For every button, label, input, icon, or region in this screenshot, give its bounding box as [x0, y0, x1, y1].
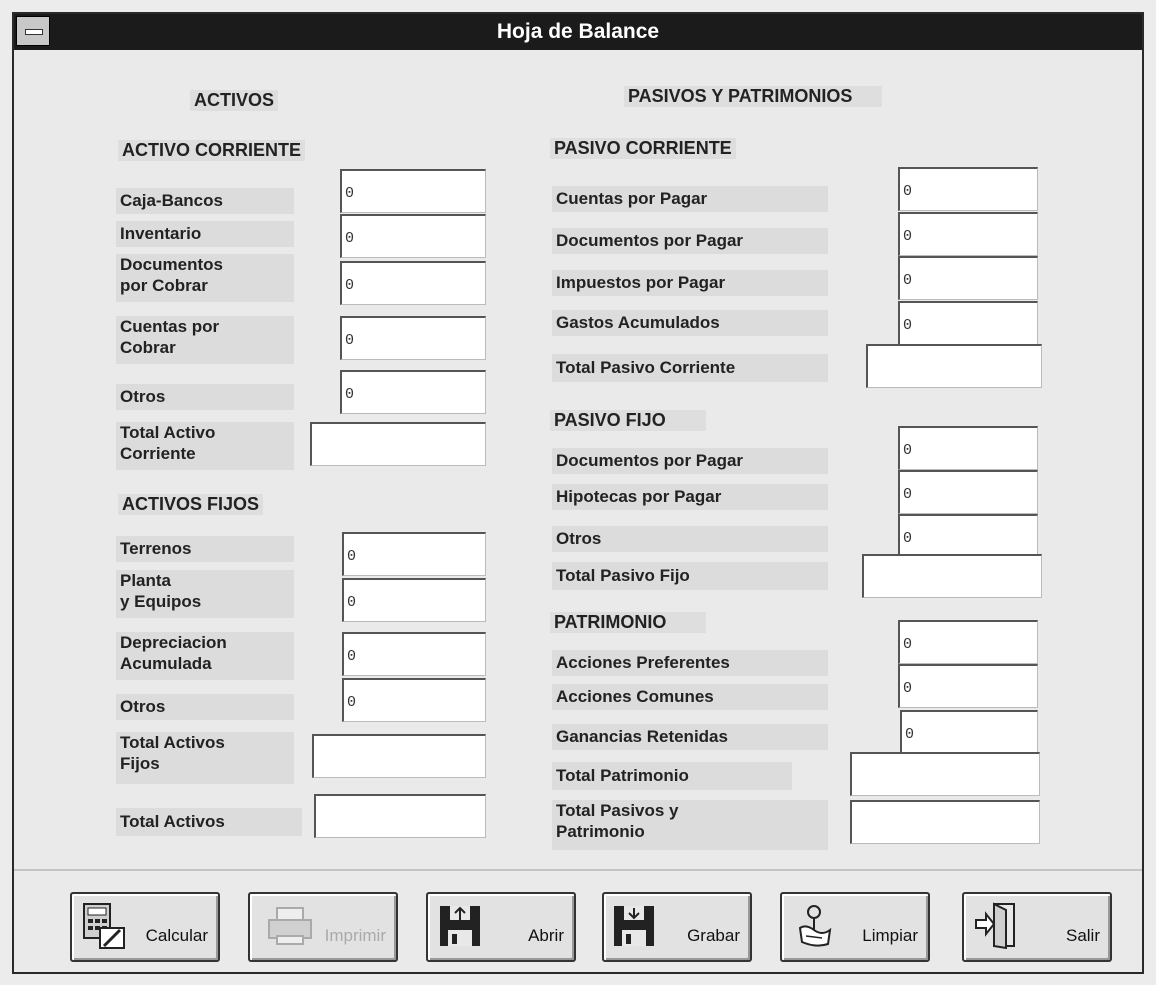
activos-fijos-title: ACTIVOS FIJOS — [118, 494, 264, 515]
label-otros-fijos: Otros — [116, 694, 294, 720]
activo-corriente-title: ACTIVO CORRIENTE — [118, 140, 306, 161]
salir-button[interactable]: Salir — [962, 892, 1112, 962]
input-otros-corriente[interactable] — [340, 370, 486, 414]
system-menu-button[interactable] — [16, 16, 50, 46]
label-depreciacion-acumulada: Depreciacion Acumulada — [116, 632, 294, 680]
patrimonio-title: PATRIMONIO — [550, 612, 707, 633]
label-acciones-preferentes: Acciones Preferentes — [552, 650, 828, 676]
label-line: Total Activo — [120, 423, 216, 442]
label-total-activo-corriente: Total Activo Corriente — [116, 422, 294, 470]
label-total-patrimonio: Total Patrimonio — [552, 762, 792, 790]
output-total-patrimonio[interactable] — [850, 752, 1040, 796]
label-otros-corriente: Otros — [116, 384, 294, 410]
imprimir-label: Imprimir — [324, 926, 386, 945]
pasivos-patrimonios-header: PASIVOS Y PATRIMONIOS — [624, 86, 883, 107]
label-line: Documentos — [120, 255, 223, 274]
printer-icon — [268, 907, 312, 945]
pasivo-corriente-title: PASIVO CORRIENTE — [550, 138, 736, 159]
floppy-open-icon — [440, 906, 480, 946]
label-line: Total Pasivos y — [556, 801, 679, 820]
label-cuentas-por-pagar: Cuentas por Pagar — [552, 186, 828, 212]
input-ganancias-retenidas[interactable] — [900, 710, 1038, 754]
input-planta-y-equipos[interactable] — [342, 578, 486, 622]
label-documentos-por-pagar-fijo: Documentos por Pagar — [552, 448, 828, 474]
exit-door-icon — [975, 902, 1015, 950]
imprimir-button[interactable]: Imprimir — [248, 892, 398, 962]
label-cuentas-por-cobrar: Cuentas por Cobrar — [116, 316, 294, 364]
label-terrenos: Terrenos — [116, 536, 294, 562]
label-ganancias-retenidas: Ganancias Retenidas — [552, 724, 828, 750]
grabar-label: Grabar — [687, 926, 740, 945]
input-documentos-por-pagar-corriente[interactable] — [898, 212, 1038, 256]
title-bar: Hoja de Balance — [14, 14, 1142, 50]
input-impuestos-por-pagar[interactable] — [898, 256, 1038, 300]
calcular-button[interactable]: Calcular — [70, 892, 220, 962]
input-otros-pasivo-fijo[interactable] — [898, 514, 1038, 558]
abrir-label: Abrir — [528, 926, 564, 945]
output-total-activos-fijos[interactable] — [312, 734, 486, 778]
label-line: Depreciacion — [120, 633, 227, 652]
label-gastos-acumulados: Gastos Acumulados — [552, 310, 828, 336]
label-line: Cuentas por — [120, 317, 220, 336]
calcular-label: Calcular — [145, 926, 208, 945]
grabar-button[interactable]: Grabar — [602, 892, 752, 962]
input-cuentas-por-pagar[interactable] — [898, 167, 1038, 211]
label-line: Corriente — [120, 444, 196, 463]
pasivo-fijo-title: PASIVO FIJO — [550, 410, 706, 431]
limpiar-button[interactable]: Limpiar — [780, 892, 930, 962]
label-line: Acumulada — [120, 654, 212, 673]
label-planta-y-equipos: Planta y Equipos — [116, 570, 294, 618]
label-documentos-por-cobrar: Documentos por Cobrar — [116, 254, 294, 302]
label-documentos-por-pagar-corriente: Documentos por Pagar — [552, 228, 828, 254]
label-total-activos-fijos: Total Activos Fijos — [116, 732, 294, 784]
label-otros-pasivo-fijo: Otros — [552, 526, 828, 552]
eraser-hand-icon — [798, 905, 832, 947]
calculator-icon — [83, 903, 125, 949]
input-acciones-comunes[interactable] — [898, 664, 1038, 708]
input-otros-fijos[interactable] — [342, 678, 486, 722]
label-total-pasivo-corriente: Total Pasivo Corriente — [552, 354, 828, 382]
floppy-save-icon — [614, 906, 654, 946]
label-impuestos-por-pagar: Impuestos por Pagar — [552, 270, 828, 296]
input-inventario[interactable] — [340, 214, 486, 258]
input-acciones-preferentes[interactable] — [898, 620, 1038, 664]
input-caja-bancos[interactable] — [340, 169, 486, 213]
label-line: Planta — [120, 571, 172, 590]
label-caja-bancos: Caja-Bancos — [116, 188, 294, 214]
input-cuentas-por-cobrar[interactable] — [340, 316, 486, 360]
label-line: por Cobrar — [120, 276, 208, 295]
separator-line — [14, 869, 1142, 871]
label-line: Cobrar — [120, 338, 176, 357]
input-terrenos[interactable] — [342, 532, 486, 576]
salir-label: Salir — [1065, 926, 1100, 945]
label-total-pasivo-fijo: Total Pasivo Fijo — [552, 562, 828, 590]
output-total-activo-corriente[interactable] — [310, 422, 486, 466]
label-line: Fijos — [120, 754, 160, 773]
label-line: Total Activos — [120, 733, 225, 752]
label-acciones-comunes: Acciones Comunes — [552, 684, 828, 710]
balance-sheet-window: Hoja de Balance ACTIVOS ACTIVO CORRIENTE… — [12, 12, 1144, 974]
input-depreciacion-acumulada[interactable] — [342, 632, 486, 676]
label-hipotecas-por-pagar: Hipotecas por Pagar — [552, 484, 828, 510]
label-line: y Equipos — [120, 592, 202, 611]
output-total-pasivos-y-patrimonio[interactable] — [850, 800, 1040, 844]
label-line: Patrimonio — [556, 822, 645, 841]
output-total-activos[interactable] — [314, 794, 486, 838]
activos-header: ACTIVOS — [190, 90, 279, 111]
input-documentos-por-cobrar[interactable] — [340, 261, 486, 305]
limpiar-label: Limpiar — [862, 926, 918, 945]
output-total-pasivo-corriente[interactable] — [866, 344, 1042, 388]
input-gastos-acumulados[interactable] — [898, 301, 1038, 345]
abrir-button[interactable]: Abrir — [426, 892, 576, 962]
input-hipotecas-por-pagar[interactable] — [898, 470, 1038, 514]
label-total-activos: Total Activos — [116, 808, 302, 836]
input-documentos-por-pagar-fijo[interactable] — [898, 426, 1038, 470]
label-inventario: Inventario — [116, 221, 294, 247]
window-title: Hoja de Balance — [496, 20, 660, 43]
output-total-pasivo-fijo[interactable] — [862, 554, 1042, 598]
label-total-pasivos-y-patrimonio: Total Pasivos y Patrimonio — [552, 800, 828, 850]
